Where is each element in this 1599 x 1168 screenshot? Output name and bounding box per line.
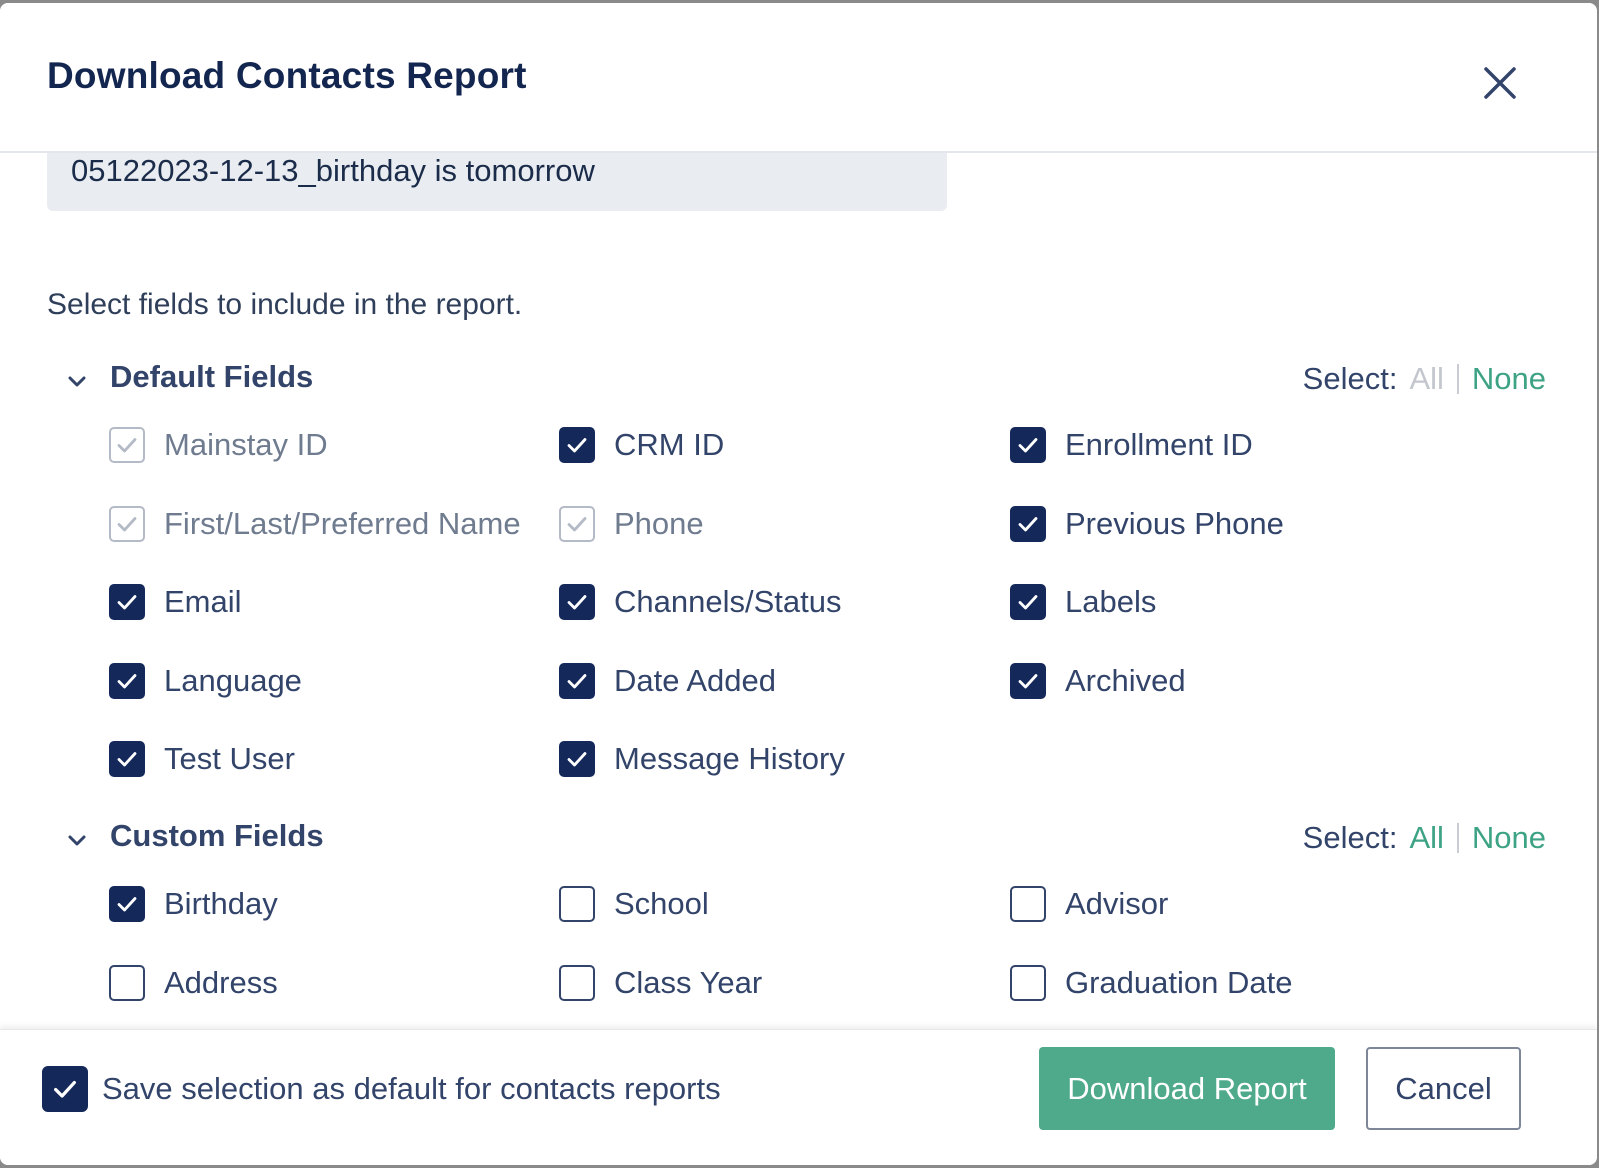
field-checkbox-archived[interactable]: Archived: [1010, 659, 1186, 703]
close-icon[interactable]: [1478, 61, 1522, 105]
checkbox-checked-icon[interactable]: [109, 886, 145, 922]
checkbox-unchecked-icon[interactable]: [559, 886, 595, 922]
field-checkbox-crm-id[interactable]: CRM ID: [559, 423, 724, 467]
custom-fields-header: Custom Fields Select: All None: [66, 818, 1546, 862]
select-all-default-link[interactable]: All: [1409, 361, 1443, 397]
field-checkbox-previous-phone[interactable]: Previous Phone: [1010, 502, 1284, 546]
checkbox-unchecked-icon[interactable]: [1010, 886, 1046, 922]
download-report-dialog: Download Contacts Report 05122023-12-13_…: [0, 3, 1597, 1165]
field-label: First/Last/Preferred Name: [164, 505, 521, 541]
field-label: Language: [164, 662, 302, 698]
field-label: Message History: [614, 741, 845, 776]
default-fields-select: Select: All None: [1303, 359, 1546, 399]
field-checkbox-first-last-preferred-name: First/Last/Preferred Name: [109, 502, 521, 546]
field-checkbox-enrollment-id[interactable]: Enrollment ID: [1010, 423, 1253, 467]
field-label: Channels/Status: [614, 584, 842, 619]
checkbox-checked-icon[interactable]: [42, 1066, 88, 1112]
divider: [1456, 364, 1459, 394]
select-none-custom-link[interactable]: None: [1472, 820, 1546, 856]
field-checkbox-channels-status[interactable]: Channels/Status: [559, 580, 841, 624]
field-label: CRM ID: [614, 427, 725, 462]
checkbox-checked-icon[interactable]: [109, 584, 145, 620]
save-default-label: Save selection as default for contacts r…: [102, 1071, 721, 1106]
field-label: Phone: [614, 505, 704, 541]
field-checkbox-language[interactable]: Language: [109, 659, 302, 703]
checkbox-checked-icon[interactable]: [1010, 427, 1046, 463]
field-checkbox-address[interactable]: Address: [109, 961, 278, 1005]
checkbox-disabled-icon: [109, 427, 145, 463]
field-checkbox-graduation-date[interactable]: Graduation Date: [1010, 961, 1292, 1005]
field-checkbox-labels[interactable]: Labels: [1010, 580, 1156, 624]
chevron-down-icon[interactable]: [66, 830, 88, 852]
select-label: Select:: [1302, 361, 1398, 396]
checkbox-checked-icon[interactable]: [559, 662, 595, 699]
checkbox-checked-icon[interactable]: [559, 427, 595, 463]
field-label: Mainstay ID: [164, 427, 328, 462]
field-checkbox-mainstay-id: Mainstay ID: [109, 423, 328, 467]
checkbox-checked-icon[interactable]: [559, 741, 595, 777]
checkbox-checked-icon[interactable]: [1010, 584, 1046, 620]
chevron-down-icon[interactable]: [66, 371, 88, 393]
field-label: Birthday: [164, 886, 278, 921]
field-label: Archived: [1065, 662, 1186, 698]
checkbox-checked-icon[interactable]: [1010, 505, 1046, 542]
instructions-text: Select fields to include in the report.: [47, 288, 523, 321]
field-checkbox-date-added[interactable]: Date Added: [559, 659, 776, 703]
checkbox-checked-icon[interactable]: [109, 741, 145, 777]
checkbox-disabled-icon: [109, 505, 145, 542]
field-label: Previous Phone: [1065, 505, 1284, 541]
select-all-custom-link[interactable]: All: [1409, 820, 1443, 856]
field-checkbox-phone: Phone: [559, 502, 704, 546]
field-label: Graduation Date: [1065, 964, 1293, 1000]
field-label: Email: [164, 584, 242, 619]
checkbox-disabled-icon: [559, 505, 595, 542]
field-checkbox-class-year[interactable]: Class Year: [559, 961, 762, 1005]
field-checkbox-birthday[interactable]: Birthday: [109, 882, 278, 926]
download-report-button[interactable]: Download Report: [1039, 1047, 1335, 1130]
checkbox-checked-icon[interactable]: [1010, 662, 1046, 699]
save-default-checkbox[interactable]: Save selection as default for contacts r…: [42, 1066, 721, 1112]
field-label: Advisor: [1065, 886, 1169, 921]
custom-fields-title: Custom Fields: [110, 818, 324, 853]
dialog-footer: Save selection as default for contacts r…: [0, 1029, 1597, 1165]
field-checkbox-email[interactable]: Email: [109, 580, 242, 624]
dialog-header: Download Contacts Report: [0, 3, 1597, 153]
field-label: School: [614, 886, 709, 921]
field-label: Enrollment ID: [1065, 427, 1253, 462]
report-name-field[interactable]: 05122023-12-13_birthday is tomorrow: [47, 153, 947, 211]
cancel-button[interactable]: Cancel: [1366, 1047, 1521, 1130]
divider: [1456, 823, 1459, 853]
checkbox-unchecked-icon[interactable]: [1010, 964, 1046, 1001]
custom-fields-select: Select: All None: [1303, 818, 1546, 858]
field-label: Address: [164, 964, 278, 1000]
field-label: Class Year: [614, 964, 763, 1000]
checkbox-checked-icon[interactable]: [109, 662, 145, 699]
dialog-title: Download Contacts Report: [47, 55, 527, 96]
field-label: Test User: [164, 741, 295, 776]
default-fields-title: Default Fields: [110, 359, 314, 394]
field-checkbox-advisor[interactable]: Advisor: [1010, 882, 1168, 926]
checkbox-unchecked-icon[interactable]: [559, 964, 595, 1001]
dialog-body[interactable]: 05122023-12-13_birthday is tomorrow Sele…: [0, 153, 1597, 1053]
field-checkbox-school[interactable]: School: [559, 882, 709, 926]
default-fields-header: Default Fields Select: All None: [66, 359, 1546, 403]
field-checkbox-test-user[interactable]: Test User: [109, 737, 295, 781]
select-none-default-link[interactable]: None: [1472, 361, 1546, 397]
checkbox-unchecked-icon[interactable]: [109, 964, 145, 1001]
field-label: Labels: [1065, 584, 1157, 619]
select-label: Select:: [1302, 820, 1398, 855]
field-label: Date Added: [614, 662, 777, 698]
checkbox-checked-icon[interactable]: [559, 584, 595, 620]
field-checkbox-message-history[interactable]: Message History: [559, 737, 845, 781]
